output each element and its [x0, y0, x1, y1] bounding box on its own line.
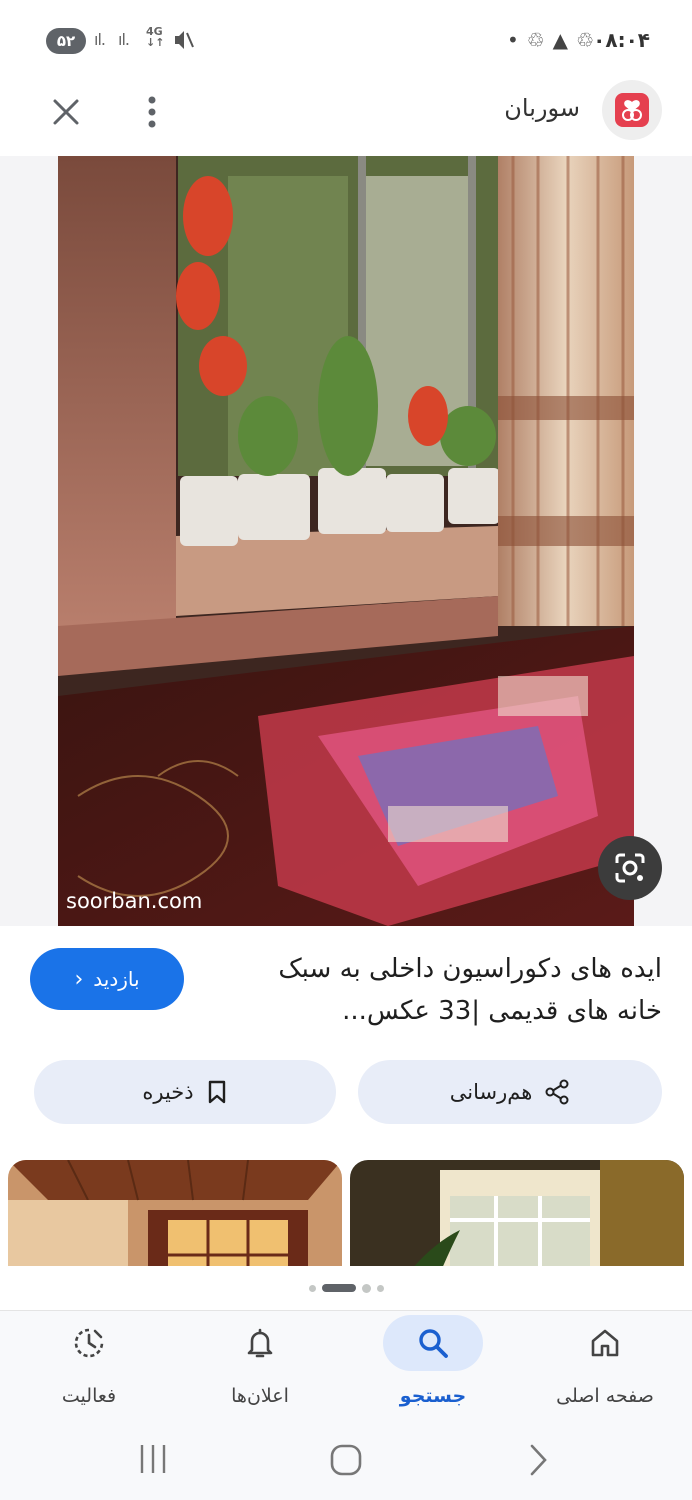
site-logo-icon[interactable] — [602, 80, 662, 140]
system-navigation-bar — [0, 1420, 692, 1500]
warning-icon: ▲ — [552, 28, 569, 52]
bell-icon — [247, 1328, 273, 1358]
nav-label: اعلان‌ها — [231, 1385, 289, 1407]
recents-icon[interactable] — [138, 1442, 168, 1476]
search-icon — [419, 1329, 448, 1358]
page-dot — [308, 1284, 316, 1292]
clock: ۰۸:۰۴ — [593, 28, 650, 52]
page-dot-active — [321, 1284, 356, 1292]
bookmark-icon — [208, 1080, 225, 1104]
mute-icon — [175, 31, 194, 49]
nav-label: فعالیت — [61, 1385, 117, 1407]
sync-icon: ♲ — [576, 28, 594, 52]
status-bar: ۵۲ ıl. ıl. 4G ↓↑ • ♲ ▲ ♲ ۰۸:۰۴ — [0, 0, 692, 80]
status-icons: • ♲ ▲ ♲ — [507, 28, 594, 52]
visit-button[interactable]: بازدید ‹ — [30, 948, 184, 1010]
signal-icon: ıl. — [94, 30, 106, 49]
nav-search[interactable]: جستجو — [348, 1311, 518, 1421]
page-dot — [376, 1284, 384, 1292]
share-label: هم‌رسانی — [449, 1080, 533, 1104]
activity-icon — [74, 1328, 104, 1358]
site-name[interactable]: سوربان — [504, 94, 580, 122]
share-icon — [545, 1079, 569, 1105]
signal-icon: ıl. — [118, 30, 130, 49]
visit-label: بازدید — [93, 967, 140, 991]
chevron-left-icon: ‹ — [74, 966, 84, 992]
image-viewer[interactable]: soorban.com — [0, 156, 692, 926]
close-icon[interactable] — [46, 92, 86, 132]
google-lens-icon[interactable] — [598, 836, 662, 900]
save-button[interactable]: ذخیره — [34, 1060, 336, 1124]
watermark: soorban.com — [66, 889, 202, 913]
nav-activity[interactable]: فعالیت — [4, 1311, 174, 1421]
sync-icon: ♲ — [526, 28, 545, 52]
dot-icon: • — [506, 28, 519, 52]
back-icon[interactable] — [526, 1442, 550, 1478]
carousel-indicator — [0, 1266, 692, 1310]
network-type: 4G ↓↑ — [146, 25, 165, 49]
nav-label: صفحه اصلی — [556, 1385, 654, 1407]
more-vert-icon[interactable] — [140, 90, 164, 134]
home-button-icon[interactable] — [328, 1442, 364, 1478]
bottom-navigation: صفحه اصلی جستجو اعلان‌ها ف — [0, 1310, 692, 1420]
related-image-thumbnail[interactable] — [350, 1160, 684, 1266]
main-photo[interactable]: soorban.com — [58, 156, 634, 926]
battery-indicator: ۵۲ — [46, 28, 86, 54]
nav-notifications[interactable]: اعلان‌ها — [175, 1311, 345, 1421]
page-dot — [361, 1283, 371, 1293]
related-image-thumbnail[interactable] — [8, 1160, 342, 1266]
nav-label: جستجو — [399, 1385, 467, 1407]
nav-home[interactable]: صفحه اصلی — [520, 1311, 690, 1421]
home-icon — [591, 1329, 619, 1357]
share-button[interactable]: هم‌رسانی — [358, 1060, 662, 1124]
save-label: ذخیره — [142, 1080, 194, 1104]
app-header: سوربان — [0, 80, 692, 156]
result-title[interactable]: ایده های دکوراسیون داخلی به سبک خانه های… — [232, 948, 662, 1032]
related-images — [0, 1160, 692, 1266]
